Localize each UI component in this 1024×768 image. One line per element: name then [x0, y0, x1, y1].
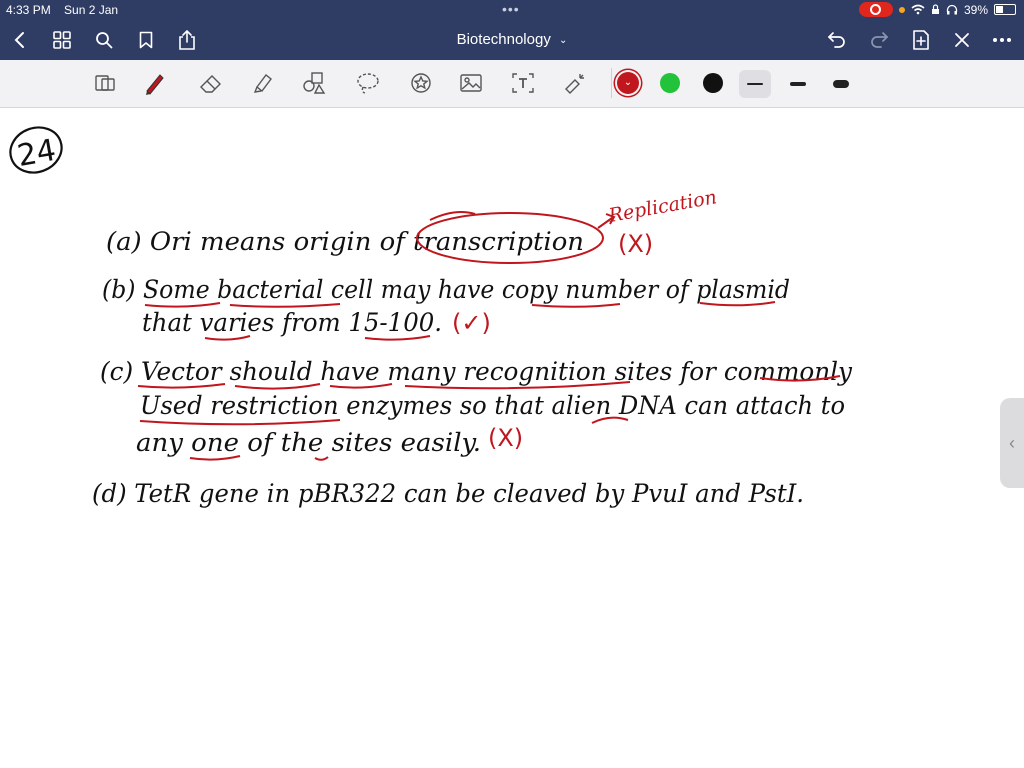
underline-c-the: [314, 456, 329, 461]
question-number: 24: [15, 133, 59, 174]
color-swatch-green[interactable]: [660, 73, 680, 93]
mark-c: (X): [488, 424, 523, 452]
stroke-medium-button[interactable]: [782, 70, 814, 98]
statement-c-line1: (c) Vector should have many recognition …: [100, 357, 853, 386]
color-swatch-red[interactable]: ⌄: [617, 72, 639, 94]
add-page-icon[interactable]: [909, 28, 933, 52]
text-icon[interactable]: [510, 70, 536, 96]
statement-c-line3: any one of the sites easily.: [136, 428, 481, 457]
statement-a: (a) Ori means origin of transcription: [106, 227, 584, 256]
scan-icon[interactable]: [92, 70, 118, 96]
laser-icon[interactable]: [562, 70, 588, 96]
close-icon[interactable]: [950, 28, 974, 52]
wifi-icon: [911, 4, 925, 15]
stroke-thin-button[interactable]: [739, 70, 771, 98]
undo-icon[interactable]: [825, 28, 849, 52]
nav-bar: Biotechnology ⌄: [0, 20, 1024, 60]
statement-c-line2: Used restriction enzymes so that alien D…: [140, 391, 845, 420]
pen-icon[interactable]: [142, 70, 168, 96]
battery-icon: [994, 4, 1016, 15]
more-icon[interactable]: [990, 28, 1014, 52]
image-icon[interactable]: [458, 70, 484, 96]
note-canvas[interactable]: 24 (a) Ori means origin of transcription…: [0, 108, 1000, 748]
chevron-left-icon: ‹: [1009, 432, 1015, 453]
color-swatch-black[interactable]: [703, 73, 723, 93]
side-panel-tab[interactable]: ‹: [1000, 398, 1024, 488]
battery-percent: 39%: [963, 2, 988, 17]
status-date: Sun 2 Jan: [64, 3, 119, 17]
correction-label: Replication: [606, 186, 718, 227]
sticker-icon[interactable]: [408, 70, 434, 96]
underline-b-copy-number: [531, 303, 621, 308]
lasso-icon[interactable]: [355, 70, 381, 96]
statement-b-line1: (b) Some bacterial cell may have copy nu…: [102, 275, 790, 304]
document-title: Biotechnology: [456, 31, 551, 48]
chevron-down-icon: ⌄: [559, 35, 568, 46]
status-right: 39%: [858, 2, 1016, 17]
lock-icon: [931, 4, 939, 14]
highlighter-icon[interactable]: [250, 70, 276, 96]
mic-indicator-icon: [898, 6, 905, 13]
mark-a: (X): [618, 230, 653, 258]
statement-b-line2: that varies from 15-100.: [142, 308, 442, 337]
annotation-toolbar: ⌄: [0, 60, 1024, 108]
statement-d: (d) TetR gene in pBR322 can be cleaved b…: [92, 479, 804, 508]
status-left: 4:33 PM Sun 2 Jan: [6, 3, 128, 17]
underline-b-bacterial: [229, 303, 341, 308]
underline-c-restriction-enzymes: [139, 419, 341, 426]
stroke-thick-button[interactable]: [825, 70, 857, 98]
toolbar-divider: [611, 68, 612, 98]
screen-record-icon: [858, 2, 893, 17]
shapes-icon[interactable]: [302, 70, 328, 96]
selected-chevron-icon: ⌄: [623, 77, 633, 88]
redo-icon[interactable]: [867, 28, 891, 52]
status-bar: 4:33 PM Sun 2 Jan ••• 39%: [0, 0, 1024, 20]
headphones-icon: [946, 4, 958, 15]
multitask-dots-icon[interactable]: •••: [502, 1, 520, 17]
eraser-icon[interactable]: [198, 70, 224, 96]
status-time: 4:33 PM: [6, 3, 51, 17]
mark-b: (✓): [452, 309, 491, 337]
